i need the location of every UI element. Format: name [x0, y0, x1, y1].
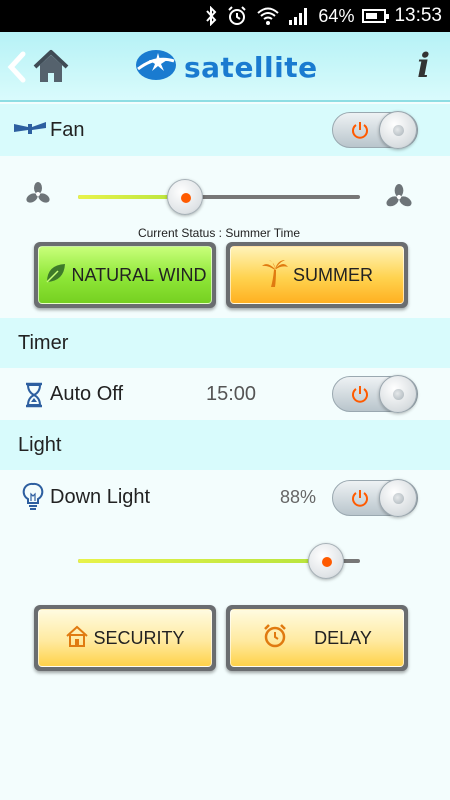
home-icon[interactable]	[32, 48, 70, 86]
fan-speed-slider[interactable]	[78, 179, 360, 215]
auto-off-row: Auto Off 15:00	[0, 370, 450, 418]
delay-button[interactable]: DELAY	[226, 605, 408, 671]
toggle-knob	[379, 111, 417, 149]
summer-button[interactable]: SUMMER	[226, 242, 408, 308]
wifi-icon	[256, 6, 280, 26]
timer-section-header: Timer	[0, 318, 450, 368]
battery-percent: 64%	[318, 5, 355, 26]
down-light-toggle[interactable]	[332, 479, 418, 517]
natural-wind-label: NATURAL WIND	[71, 264, 207, 285]
info-icon[interactable]: i	[417, 46, 430, 86]
app-header: satellite i	[0, 32, 450, 102]
back-icon[interactable]	[6, 50, 28, 84]
leaf-icon	[44, 261, 68, 290]
auto-off-label: Auto Off	[50, 382, 124, 405]
fan-section-header: Fan	[0, 104, 450, 156]
ceiling-fan-icon	[12, 118, 48, 145]
down-light-percent: 88%	[280, 486, 317, 507]
hourglass-icon	[24, 382, 44, 413]
clock-time: 13:53	[394, 5, 442, 26]
alarm-clock-icon	[262, 623, 288, 654]
brand-logo: satellite	[134, 46, 318, 88]
light-title: Light	[18, 433, 62, 456]
delay-label: DELAY	[314, 627, 372, 648]
auto-off-time[interactable]: 15:00	[206, 383, 256, 406]
house-icon	[65, 625, 89, 652]
fan-power-toggle[interactable]	[332, 111, 418, 149]
slider-fill	[78, 559, 327, 563]
light-bulb-icon	[22, 482, 44, 517]
palm-tree-icon	[261, 258, 289, 293]
natural-wind-button[interactable]: NATURAL WIND	[34, 242, 216, 308]
battery-icon	[362, 9, 390, 23]
auto-off-toggle[interactable]	[332, 375, 418, 413]
power-icon	[351, 489, 369, 507]
satellite-logo	[134, 47, 178, 88]
down-light-label: Down Light	[50, 485, 151, 508]
brand-name: satellite	[184, 50, 318, 84]
fan-high-icon	[386, 184, 412, 208]
power-icon	[351, 385, 369, 403]
fan-title: Fan	[50, 118, 85, 141]
down-light-row: Down Light 88%	[0, 472, 450, 522]
fan-low-icon	[26, 182, 50, 206]
signal-icon	[288, 7, 310, 25]
security-label: SECURITY	[93, 627, 185, 648]
security-button[interactable]: SECURITY	[34, 605, 216, 671]
toggle-knob	[379, 375, 417, 413]
brightness-slider[interactable]	[78, 543, 360, 579]
bluetooth-icon	[204, 6, 218, 26]
power-icon	[351, 121, 369, 139]
timer-title: Timer	[18, 331, 69, 354]
toggle-knob	[379, 479, 417, 517]
summer-label: SUMMER	[293, 264, 373, 285]
alarm-icon	[226, 5, 248, 27]
light-section-header: Light	[0, 420, 450, 470]
fan-status-text: Current Status : Summer Time	[137, 226, 301, 240]
slider-thumb[interactable]	[167, 179, 204, 215]
status-bar: 64% 13:53	[0, 0, 450, 32]
slider-thumb[interactable]	[308, 543, 345, 579]
